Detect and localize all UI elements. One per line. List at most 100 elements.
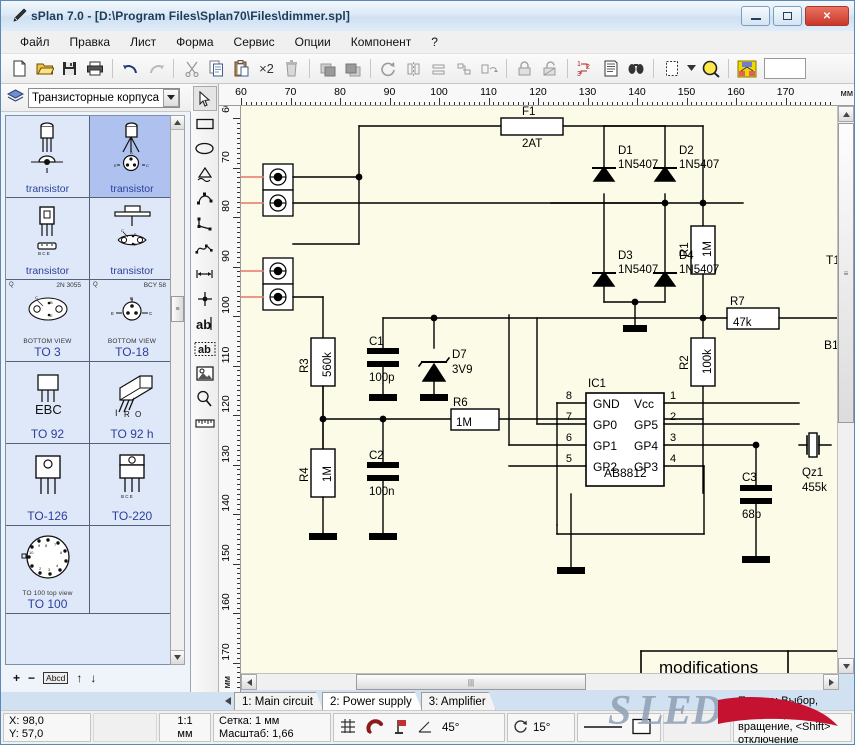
curve-tool[interactable]	[193, 236, 217, 261]
rectangle-tool[interactable]	[193, 111, 217, 136]
undo-icon[interactable]	[118, 56, 143, 81]
status-hint-text: Правка: Выбор, перемещение, вращение, <S…	[733, 713, 852, 742]
move-down-button[interactable]: ↓	[90, 671, 96, 685]
library-item-to18[interactable]: Q BCY 58 B E C BOTTOM VIEW TO-18	[90, 280, 174, 362]
pin-icon[interactable]	[393, 718, 409, 738]
scroll-right-button[interactable]	[823, 674, 839, 690]
new-file-icon[interactable]	[7, 56, 32, 81]
scroll-left-button[interactable]	[241, 674, 257, 690]
ruler-minor-tick	[237, 638, 240, 639]
menu-options[interactable]: Опции	[286, 32, 340, 52]
vertical-scroll-thumb[interactable]: ≡	[838, 123, 854, 423]
duplicate-x2-icon[interactable]: ×2	[254, 56, 279, 81]
close-button[interactable]: ✕	[805, 6, 849, 26]
ruler-minor-tick	[237, 187, 240, 188]
library-category-combobox[interactable]: Транзисторные корпуса	[28, 88, 180, 108]
zoom-icon[interactable]	[698, 56, 723, 81]
scroll-down-button[interactable]	[838, 658, 854, 674]
library-item-to92[interactable]: EBC TO 92	[6, 362, 90, 444]
maximize-button[interactable]	[773, 6, 802, 26]
chevron-down-icon[interactable]	[163, 89, 179, 107]
library-item-to100[interactable]: 10 8 7 9 6 4 3 2 TO 100 top view TO 100	[6, 526, 90, 614]
menu-edit[interactable]: Правка	[61, 32, 120, 52]
print-icon[interactable]	[82, 56, 107, 81]
menu-form[interactable]: Форма	[167, 32, 222, 52]
bezier-tool[interactable]	[193, 186, 217, 211]
library-item-transistor-4[interactable]: B E C transistor	[90, 198, 174, 280]
numbering-icon[interactable]: 123	[573, 56, 598, 81]
library-item-to126[interactable]: TO-126	[6, 444, 90, 526]
schematic-drawing: F1 2AT D1 1N5407 D2 1N5407 D3 1N5407 D4 …	[241, 106, 839, 674]
remove-component-button[interactable]: −	[28, 671, 35, 685]
rotate-icon[interactable]	[513, 719, 528, 737]
library-item-empty[interactable]	[90, 526, 174, 614]
library-scrollbar[interactable]: ≡	[170, 115, 185, 665]
menu-service[interactable]: Сервис	[225, 32, 284, 52]
library-item-label: TO 100	[28, 597, 68, 611]
menu-component[interactable]: Компонент	[342, 32, 421, 52]
line-sample-icon[interactable]	[583, 722, 623, 734]
text-cursor-tool[interactable]: ab	[193, 311, 217, 336]
page-setup-icon[interactable]	[659, 56, 684, 81]
unlock-icon	[537, 56, 562, 81]
ruler-minor-tick	[677, 102, 678, 105]
polyline-tool[interactable]	[193, 211, 217, 236]
delete-icon	[279, 56, 304, 81]
paste-icon[interactable]	[229, 56, 254, 81]
ruler-minor-tick	[820, 102, 821, 105]
canvas-vertical-scrollbar[interactable]: ≡	[837, 106, 854, 674]
library-item-transistor-2[interactable]: B E C transistor	[90, 116, 174, 198]
rename-component-button[interactable]: Abcd	[43, 672, 68, 684]
library-item-to220[interactable]: B C E TO-220	[90, 444, 174, 526]
horizontal-scroll-thumb[interactable]: |||	[356, 674, 586, 690]
select-tool[interactable]	[193, 86, 217, 111]
magnet-icon[interactable]	[366, 718, 384, 737]
grid-icon[interactable]	[339, 717, 357, 738]
toolbar-separator	[309, 59, 310, 78]
add-component-button[interactable]: +	[13, 671, 20, 685]
ruler-minor-tick	[237, 301, 240, 302]
label-R1: R1	[679, 242, 691, 257]
library-item-transistor-1[interactable]: transistor	[6, 116, 90, 198]
point-tool[interactable]	[193, 286, 217, 311]
schematic-canvas[interactable]: F1 2AT D1 1N5407 D2 1N5407 D3 1N5407 D4 …	[241, 106, 839, 674]
menu-sheet[interactable]: Лист	[121, 32, 165, 52]
dropdown-arrow-icon[interactable]	[684, 56, 698, 81]
menu-help[interactable]: ?	[422, 32, 447, 52]
tab-scroll-arrows[interactable]	[225, 692, 231, 710]
tab-power-supply[interactable]: 2: Power supply	[322, 692, 422, 710]
tab-main-circuit[interactable]: 1: Main circuit	[234, 692, 323, 710]
ruler-minor-tick	[795, 102, 796, 105]
open-file-icon[interactable]	[32, 56, 57, 81]
ruler-minor-tick	[642, 102, 643, 105]
image-tool[interactable]	[193, 361, 217, 386]
component-library-grid[interactable]: transistor B E C	[5, 115, 175, 665]
ruler-minor-tick	[237, 588, 240, 589]
library-scroll-thumb[interactable]: ≡	[171, 296, 184, 322]
ruler-tool[interactable]	[193, 411, 217, 436]
move-up-button[interactable]: ↑	[76, 671, 82, 685]
fill-sample-icon[interactable]	[632, 718, 652, 738]
copy-icon[interactable]	[204, 56, 229, 81]
magnifier-tool[interactable]	[193, 386, 217, 411]
library-scroll-up-button[interactable]	[171, 116, 184, 130]
scroll-up-button[interactable]	[838, 106, 854, 122]
library-item-transistor-3[interactable]: B C E transistor	[6, 198, 90, 280]
find-icon[interactable]	[623, 56, 648, 81]
save-icon[interactable]	[57, 56, 82, 81]
report-icon[interactable]	[598, 56, 623, 81]
minimize-button[interactable]	[741, 6, 770, 26]
menu-file[interactable]: Файл	[11, 32, 59, 52]
ruler-label-h: 130	[579, 86, 597, 98]
layer-color-preview[interactable]	[764, 58, 806, 79]
canvas-horizontal-scrollbar[interactable]: |||	[241, 673, 839, 690]
ellipse-tool[interactable]	[193, 136, 217, 161]
text-box-tool[interactable]: ab	[193, 336, 217, 361]
polygon-tool[interactable]	[193, 161, 217, 186]
library-item-to92h[interactable]: I R O TO 92 h	[90, 362, 174, 444]
library-scroll-down-button[interactable]	[171, 650, 184, 664]
tab-amplifier[interactable]: 3: Amplifier	[421, 692, 496, 710]
library-item-to3[interactable]: Q 2N 3055 B E C	[6, 280, 90, 362]
color-palette-icon[interactable]	[734, 56, 759, 81]
dimension-tool[interactable]	[193, 261, 217, 286]
